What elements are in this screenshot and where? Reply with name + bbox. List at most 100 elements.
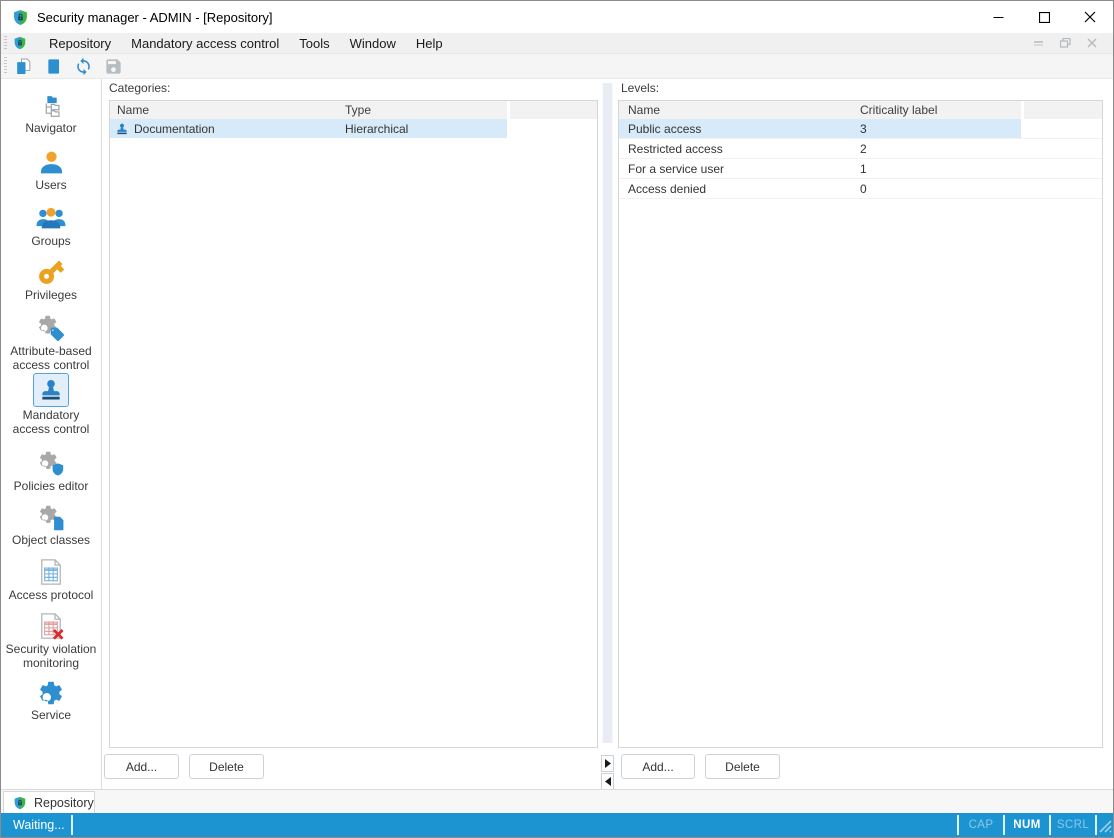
menu-repository[interactable]: Repository xyxy=(39,33,121,53)
security-manager-window: Security manager - ADMIN - [Repository] … xyxy=(0,0,1114,838)
level-name: Public access xyxy=(628,121,702,136)
panel-splitter[interactable] xyxy=(598,79,618,790)
toolbar-gripper[interactable] xyxy=(4,57,7,75)
levels-label: Levels: xyxy=(621,81,660,95)
main-content: Navigator Users Groups Privileges Attrib… xyxy=(1,79,1113,790)
resize-grip-icon[interactable] xyxy=(1097,818,1112,836)
app-shield-icon xyxy=(13,36,27,50)
window-title: Security manager - ADMIN - [Repository] xyxy=(37,9,273,25)
sidebar-item-access-protocol[interactable]: Access protocol xyxy=(3,557,99,603)
table-row[interactable]: Restricted access 2 xyxy=(619,139,1102,159)
minimize-button[interactable] xyxy=(975,1,1021,33)
levels-table: Name Criticality label Public access 3 R… xyxy=(618,100,1103,748)
gear-shield-icon xyxy=(39,451,63,476)
table-row[interactable]: Public access 3 xyxy=(619,119,1102,139)
splitter-handle[interactable] xyxy=(602,83,613,743)
categories-delete-button[interactable]: Delete xyxy=(189,754,264,779)
caps-lock-indicator: CAP xyxy=(968,819,994,831)
key-icon xyxy=(39,260,65,284)
close-button[interactable] xyxy=(1067,1,1113,33)
sidebar-item-security-violation-monitoring[interactable]: Security violation monitoring xyxy=(3,611,99,670)
levels-delete-button[interactable]: Delete xyxy=(705,754,780,779)
level-criticality: 0 xyxy=(860,181,867,196)
sidebar: Navigator Users Groups Privileges Attrib… xyxy=(1,79,102,789)
level-name: Restricted access xyxy=(628,141,723,156)
table-row[interactable]: Access denied 0 xyxy=(619,179,1102,199)
menubar: Repository Mandatory access control Tool… xyxy=(1,33,1113,53)
sidebar-item-label: Attribute-based access control xyxy=(10,344,92,372)
table-document-icon xyxy=(41,559,61,585)
splitter-collapse-right-button[interactable] xyxy=(601,755,614,772)
sidebar-item-service[interactable]: Service xyxy=(3,679,99,723)
tab-label: Repository xyxy=(34,795,94,810)
sidebar-item-label: Object classes xyxy=(11,533,91,547)
sidebar-item-label: Users xyxy=(35,178,67,192)
toolbar xyxy=(1,53,1113,79)
save-icon xyxy=(105,58,121,74)
table-row[interactable]: Documentation Hierarchical xyxy=(110,119,597,138)
stamp-icon xyxy=(110,122,134,136)
categories-add-button[interactable]: Add... xyxy=(104,754,179,779)
menu-mandatory-access-control[interactable]: Mandatory access control xyxy=(121,33,289,53)
sidebar-item-label: Mandatory access control xyxy=(12,408,90,436)
navigator-tree-icon xyxy=(45,96,60,117)
level-criticality: 3 xyxy=(860,121,867,136)
maximize-icon xyxy=(1038,11,1050,23)
column-header-name[interactable]: Name xyxy=(619,101,856,119)
sidebar-item-label: Security violation monitoring xyxy=(5,642,97,670)
sidebar-item-mandatory-access-control[interactable]: Mandatory access control xyxy=(3,373,99,436)
column-header-filler xyxy=(1024,101,1102,119)
table-row[interactable]: For a service user 1 xyxy=(619,159,1102,179)
sidebar-item-label: Navigator xyxy=(25,121,77,135)
close-icon xyxy=(1084,11,1096,23)
sidebar-item-object-classes[interactable]: Object classes xyxy=(3,503,99,548)
minimize-icon xyxy=(993,16,1003,18)
copy-document-icon xyxy=(16,58,30,74)
status-separator xyxy=(71,815,73,835)
document-icon xyxy=(47,58,59,74)
table-error-icon xyxy=(41,613,64,640)
num-lock-indicator: NUM xyxy=(1013,819,1041,831)
gear-document-icon xyxy=(39,505,63,531)
menu-help[interactable]: Help xyxy=(406,33,453,53)
mdi-close-icon[interactable] xyxy=(1087,38,1097,48)
save-button[interactable] xyxy=(99,54,127,78)
column-header-criticality[interactable]: Criticality label xyxy=(856,101,1021,119)
mdi-window-controls xyxy=(1034,38,1097,48)
splitter-collapse-left-button[interactable] xyxy=(601,773,614,790)
mdi-minimize-icon[interactable] xyxy=(1034,38,1044,48)
sidebar-item-navigator[interactable]: Navigator xyxy=(3,93,99,136)
column-header-type[interactable]: Type xyxy=(340,101,507,119)
app-shield-icon xyxy=(14,796,26,809)
levels-add-button[interactable]: Add... xyxy=(621,754,695,779)
user-icon xyxy=(40,151,62,174)
sidebar-item-label: Privileges xyxy=(24,288,78,302)
sidebar-item-groups[interactable]: Groups xyxy=(3,203,99,249)
level-criticality: 2 xyxy=(860,141,867,156)
arrow-left-icon xyxy=(604,777,611,786)
categories-table-header: Name Type xyxy=(110,101,597,119)
menu-tools[interactable]: Tools xyxy=(289,33,339,53)
sidebar-item-label: Access protocol xyxy=(8,588,94,602)
stamp-icon xyxy=(42,380,60,400)
document-button[interactable] xyxy=(39,54,67,78)
copy-document-button[interactable] xyxy=(9,54,37,78)
menu-window[interactable]: Window xyxy=(340,33,406,53)
sidebar-item-privileges[interactable]: Privileges xyxy=(3,257,99,303)
column-header-filler xyxy=(510,101,597,119)
tabbar: Repository xyxy=(1,789,1113,814)
sidebar-item-policies-editor[interactable]: Policies editor xyxy=(3,449,99,494)
mdi-restore-icon[interactable] xyxy=(1060,38,1071,48)
status-message: Waiting... xyxy=(13,818,65,832)
sidebar-item-users[interactable]: Users xyxy=(3,148,99,193)
column-header-name[interactable]: Name xyxy=(110,101,340,119)
sidebar-item-attribute-based-access-control[interactable]: Attribute-based access control xyxy=(3,313,99,372)
menubar-gripper[interactable] xyxy=(4,36,7,50)
scroll-lock-indicator: SCRL xyxy=(1056,819,1090,831)
maximize-button[interactable] xyxy=(1021,1,1067,33)
level-criticality: 1 xyxy=(860,161,867,176)
level-name: Access denied xyxy=(628,181,707,196)
sidebar-item-label: Groups xyxy=(31,234,71,248)
refresh-button[interactable] xyxy=(69,54,97,78)
tab-repository[interactable]: Repository xyxy=(3,791,95,814)
